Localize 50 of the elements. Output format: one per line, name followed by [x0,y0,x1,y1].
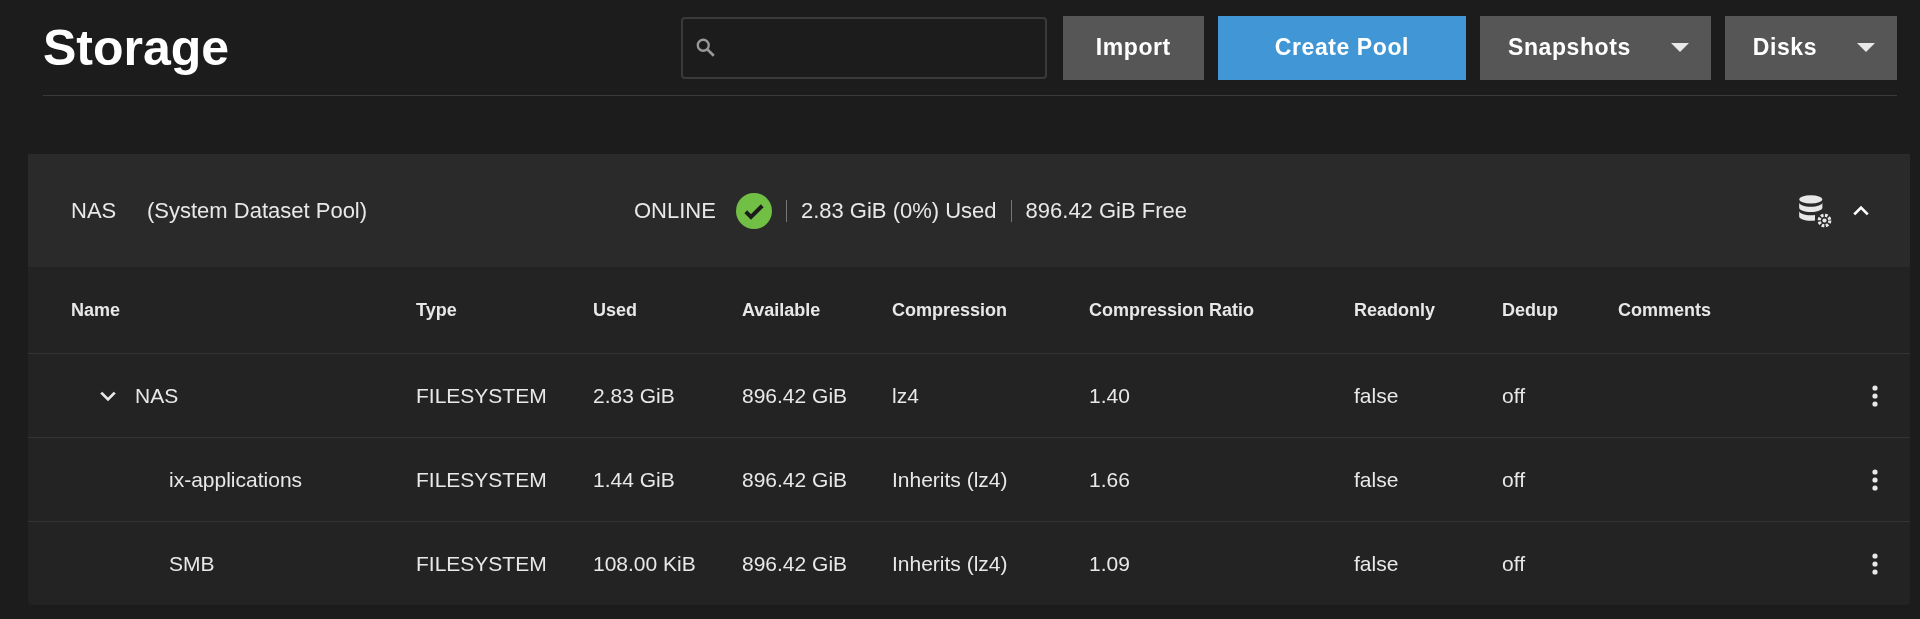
more-options-icon[interactable] [1870,552,1880,575]
column-header: Dedup [1502,298,1559,322]
table-cell-text: FILESYSTEM [416,382,547,409]
column-header: Name [71,298,122,322]
toolbar-button[interactable]: Disks [1724,15,1897,80]
column-header: Compression Ratio [1089,298,1256,322]
pool-free: 896.42 GiB Free [1025,197,1187,225]
table-cell-text: 1.09 [1089,550,1130,577]
table-cell-text: off [1502,466,1525,493]
pool-name: NAS [71,197,118,225]
pool-subtitle: (System Dataset Pool) [147,197,369,225]
table-cell-text: off [1502,382,1525,409]
table-cell-text: 896.42 GiB [742,550,848,577]
table-cell-text: 1.66 [1089,466,1130,493]
table-cell-text: 1.40 [1089,382,1130,409]
dataset-name: SMB [169,550,215,577]
dataset-name: NAS [135,382,179,409]
table-cell-text: false [1354,382,1399,409]
caret-icon [1857,43,1875,52]
toolbar-button[interactable]: Snapshots [1480,15,1711,80]
table-cell-text: 1.44 GiB [593,466,675,493]
toolbar-button[interactable]: Import [1062,15,1204,80]
column-header: Comments [1618,298,1712,322]
more-options-icon[interactable] [1870,384,1880,407]
pool-used: 2.83 GiB (0%) Used [800,197,997,225]
table-cell-text: FILESYSTEM [416,466,547,493]
table-cell-text: lz4 [892,382,919,409]
column-header: Type [416,298,458,322]
search-icon [694,36,717,59]
table-cell-text: 896.42 GiB [742,382,848,409]
collapse-button[interactable] [1852,204,1870,217]
table-cell-text: Inherits (lz4) [892,466,1008,493]
more-options-icon[interactable] [1870,468,1880,491]
column-header: Used [593,298,638,322]
page-title: Storage [43,22,230,73]
column-header: Available [742,298,822,322]
table-cell-text: false [1354,550,1399,577]
table-cell-text: 896.42 GiB [742,466,848,493]
dataset-name: ix-applications [169,466,303,493]
column-header: Readonly [1354,298,1437,322]
table-cell-text: 2.83 GiB [593,382,675,409]
table-cell-text: Inherits (lz4) [892,550,1008,577]
search-field[interactable] [680,16,1047,79]
pool-status: ONLINE [634,197,716,225]
table-cell-text: FILESYSTEM [416,550,547,577]
caret-icon [1670,43,1689,52]
table-cell-text: off [1502,550,1525,577]
column-header: Compression [892,298,1009,322]
table-cell-text: false [1354,466,1399,493]
table-cell-text: 108.00 KiB [593,550,696,577]
